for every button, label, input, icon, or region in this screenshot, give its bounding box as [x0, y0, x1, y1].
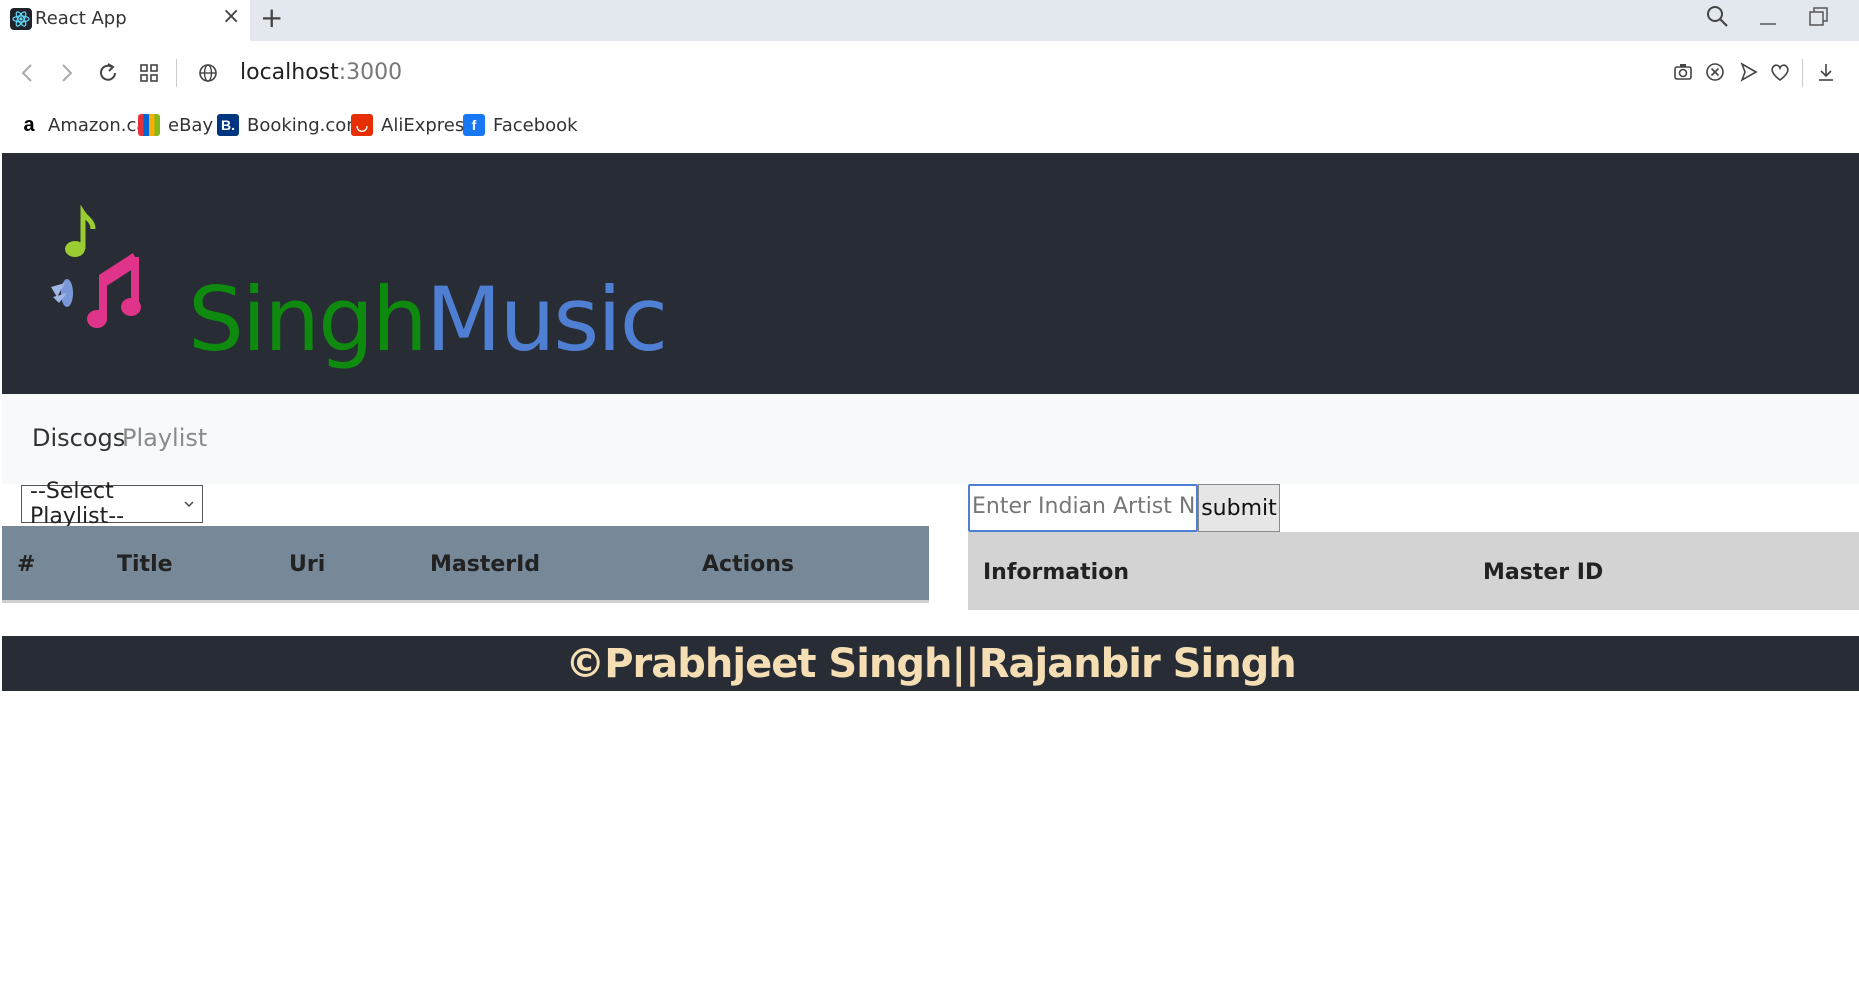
tab-close-icon[interactable]: ×: [222, 4, 240, 29]
download-icon[interactable]: [1815, 61, 1839, 85]
facebook-icon: f: [463, 114, 485, 136]
search-icon[interactable]: [1705, 4, 1731, 30]
site-header: SinghMusic: [2, 153, 1859, 394]
url-port: :3000: [338, 60, 403, 85]
column-header-number: #: [17, 552, 36, 577]
minimize-icon[interactable]: [1758, 4, 1778, 34]
nav-playlist[interactable]: Playlist: [122, 424, 207, 452]
footer-credits: ©Prabhjeet Singh||Rajanbir Singh: [565, 640, 1297, 687]
nav-discogs[interactable]: Discogs: [32, 424, 125, 452]
send-icon[interactable]: [1737, 61, 1761, 85]
address-divider: [176, 59, 177, 87]
artist-search-input[interactable]: Enter Indian Artist Name...: [968, 484, 1198, 532]
globe-icon: [194, 59, 222, 87]
playlist-select[interactable]: --Select Playlist--: [21, 479, 203, 529]
bookmark-label: Booking.com: [247, 114, 364, 136]
ad-block-icon[interactable]: [1704, 61, 1728, 85]
column-header-actions: Actions: [702, 552, 794, 577]
bookmark-ebay[interactable]: eBay: [138, 114, 213, 136]
url-field[interactable]: localhost:3000: [240, 60, 402, 85]
bookmark-booking[interactable]: B. Booking.com: [217, 114, 364, 136]
url-host: localhost: [240, 60, 339, 85]
forward-icon[interactable]: [52, 59, 80, 87]
toolbar-divider: [1802, 59, 1803, 87]
column-header-masterid: MasterId: [430, 552, 541, 577]
speed-dial-icon[interactable]: [135, 59, 163, 87]
bookmark-amazon[interactable]: a Amazon.ca: [18, 114, 147, 136]
reload-icon[interactable]: [94, 59, 122, 87]
bookmark-aliexpress[interactable]: ◡ AliExpress: [351, 114, 474, 136]
bookmarks-bar: a Amazon.ca eBay B. Booking.com ◡ AliExp…: [0, 105, 1859, 153]
discogs-table-header: Information Master ID: [968, 532, 1859, 610]
booking-icon: B.: [217, 114, 239, 136]
browser-tab[interactable]: React App ×: [0, 0, 250, 41]
brand-singh: Singh: [188, 268, 428, 371]
bookmark-label: AliExpress: [381, 114, 474, 136]
ebay-icon: [138, 114, 160, 136]
playlist-select-value: --Select Playlist--: [30, 479, 125, 529]
column-header-master-id: Master ID: [1483, 560, 1604, 585]
main-nav: Discogs Playlist: [2, 394, 1859, 484]
web-page: SinghMusic Discogs Playlist --Select Pla…: [2, 153, 1859, 1005]
brand-logo-text[interactable]: SinghMusic: [188, 268, 668, 371]
bookmark-label: Amazon.ca: [48, 114, 148, 136]
column-header-uri: Uri: [289, 552, 326, 577]
brand-music: Music: [425, 268, 668, 371]
snapshot-icon[interactable]: [1672, 61, 1696, 85]
bookmark-label: eBay: [168, 114, 214, 136]
new-tab-icon[interactable]: +: [260, 1, 283, 34]
column-header-title: Title: [117, 552, 173, 577]
column-header-information: Information: [983, 560, 1129, 585]
react-favicon-icon: [10, 8, 32, 30]
site-footer: ©Prabhjeet Singh||Rajanbir Singh: [2, 636, 1859, 691]
restore-window-icon[interactable]: [1808, 6, 1830, 28]
playlist-table-header: # Title Uri MasterId Actions: [2, 526, 929, 603]
amazon-icon: a: [18, 114, 40, 136]
back-icon[interactable]: [14, 59, 42, 87]
browser-tab-bar: React App × +: [0, 0, 1859, 41]
submit-button[interactable]: submit: [1198, 484, 1280, 532]
bookmark-facebook[interactable]: f Facebook: [463, 114, 578, 136]
heart-icon[interactable]: [1769, 61, 1793, 85]
aliexpress-icon: ◡: [351, 114, 373, 136]
bookmark-label: Facebook: [493, 114, 578, 136]
chevron-down-icon: [184, 496, 194, 512]
browser-address-bar: localhost:3000: [0, 41, 1859, 105]
tab-title: React App: [35, 8, 127, 29]
music-notes-logo-icon: [47, 204, 167, 340]
